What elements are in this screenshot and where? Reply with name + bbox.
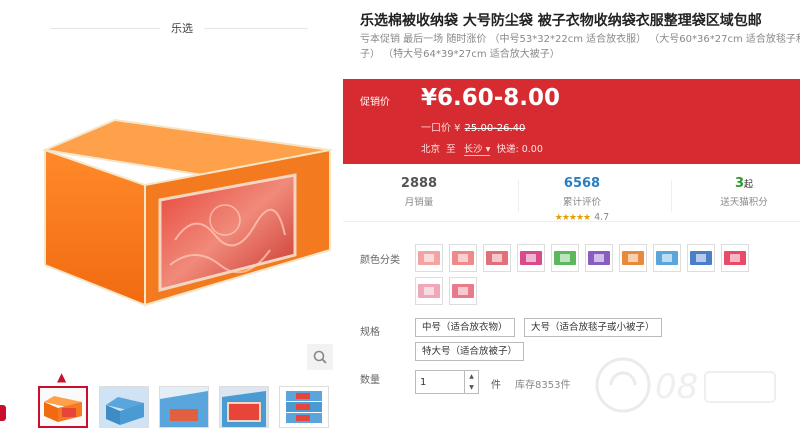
- swatch-thumbnail: [418, 251, 440, 265]
- swatch-thumbnail: [690, 251, 712, 265]
- tmall-points: 3起 送天猫积分: [720, 176, 768, 208]
- zoom-button[interactable]: [307, 344, 333, 370]
- thumbnail-2[interactable]: [99, 386, 149, 428]
- swatch-thumbnail: [418, 284, 440, 298]
- promo-price: ¥6.60-8.00: [421, 85, 561, 111]
- thumbnail-1[interactable]: [38, 386, 88, 428]
- color-swatch[interactable]: [619, 244, 647, 272]
- color-swatch[interactable]: [721, 244, 749, 272]
- thumbnail-4[interactable]: [219, 386, 269, 428]
- swatch-thumbnail: [486, 251, 508, 265]
- color-swatch[interactable]: [551, 244, 579, 272]
- spec-option-xlarge[interactable]: 特大号（适合放被子）: [415, 342, 525, 361]
- swatch-thumbnail: [724, 251, 746, 265]
- destination-select[interactable]: 长沙 ▾: [463, 141, 491, 156]
- stock-count: 库存8353件: [515, 380, 571, 391]
- site-watermark-logo: 08: [595, 357, 776, 413]
- swatch-thumbnail: [588, 251, 610, 265]
- thumbnail-5[interactable]: [279, 386, 329, 428]
- spec-label: 规格: [360, 327, 380, 338]
- spec-option-medium[interactable]: 中号（适合放衣物）: [415, 318, 515, 337]
- swatch-thumbnail: [554, 251, 576, 265]
- rating-stars: ★★★★★: [554, 213, 591, 223]
- quantity-label: 数量: [360, 375, 380, 386]
- side-tab[interactable]: [0, 405, 6, 421]
- monthly-sales: 2888 月销量: [400, 176, 438, 208]
- swatch-thumbnail: [452, 251, 474, 265]
- swatch-thumbnail: [622, 251, 644, 265]
- swatch-thumbnail: [656, 251, 678, 265]
- svg-text:08: 08: [655, 367, 698, 407]
- color-swatch[interactable]: [687, 244, 715, 272]
- brand-name: 乐选: [160, 20, 204, 36]
- shipping-info: 北京 至 长沙 ▾ 快递: 0.00: [421, 141, 543, 156]
- color-swatch[interactable]: [517, 244, 545, 272]
- color-swatch[interactable]: [483, 244, 511, 272]
- thumbnail-strip: [38, 386, 338, 428]
- spec-option-large[interactable]: 大号（适合放毯子或小被子）: [524, 318, 662, 337]
- swatch-thumbnail: [452, 284, 474, 298]
- color-swatch[interactable]: [449, 244, 477, 272]
- product-gallery: 乐选 ▲: [0, 0, 343, 428]
- promo-panel: 促销价 ¥6.60-8.00 一口价 ¥25.00-26.40 北京 至 长沙 …: [343, 79, 800, 164]
- chevron-down-icon: ▾: [485, 144, 491, 155]
- main-product-image[interactable]: [25, 80, 335, 330]
- rating-row: ★★★★★ 4.7: [554, 212, 610, 223]
- quantity-input[interactable]: [415, 370, 465, 394]
- color-swatch[interactable]: [653, 244, 681, 272]
- decrement-icon[interactable]: ▼: [465, 382, 478, 393]
- product-title: 乐选棉被收纳袋 大号防尘袋 被子衣物收纳袋衣服整理袋区域包邮: [360, 13, 762, 29]
- quantity-stepper[interactable]: ▲ ▼: [465, 370, 479, 394]
- color-swatch[interactable]: [585, 244, 613, 272]
- color-swatch[interactable]: [449, 277, 477, 305]
- thumbs-up-arrow-icon[interactable]: ▲: [57, 371, 66, 383]
- magnifier-icon: [313, 350, 327, 364]
- product-subtitle: 亏本促销 最后一场 随时涨价 （中号53*32*22cm 适合放衣服） （大号6…: [360, 34, 800, 60]
- total-reviews[interactable]: 6568 累计评价 ★★★★★ 4.7: [506, 176, 658, 223]
- color-swatch[interactable]: [415, 244, 443, 272]
- original-price: 一口价 ¥25.00-26.40: [421, 123, 526, 134]
- color-swatch[interactable]: [415, 277, 443, 305]
- stats-bar: 2888 月销量 6568 累计评价 ★★★★★ 4.7 3起 送天猫积分: [343, 170, 800, 223]
- promo-label: 促销价: [360, 97, 390, 108]
- swatch-thumbnail: [520, 251, 542, 265]
- thumbnail-3[interactable]: [159, 386, 209, 428]
- quantity-unit: 件: [491, 380, 501, 391]
- increment-icon[interactable]: ▲: [465, 371, 478, 382]
- color-label: 颜色分类: [360, 255, 400, 266]
